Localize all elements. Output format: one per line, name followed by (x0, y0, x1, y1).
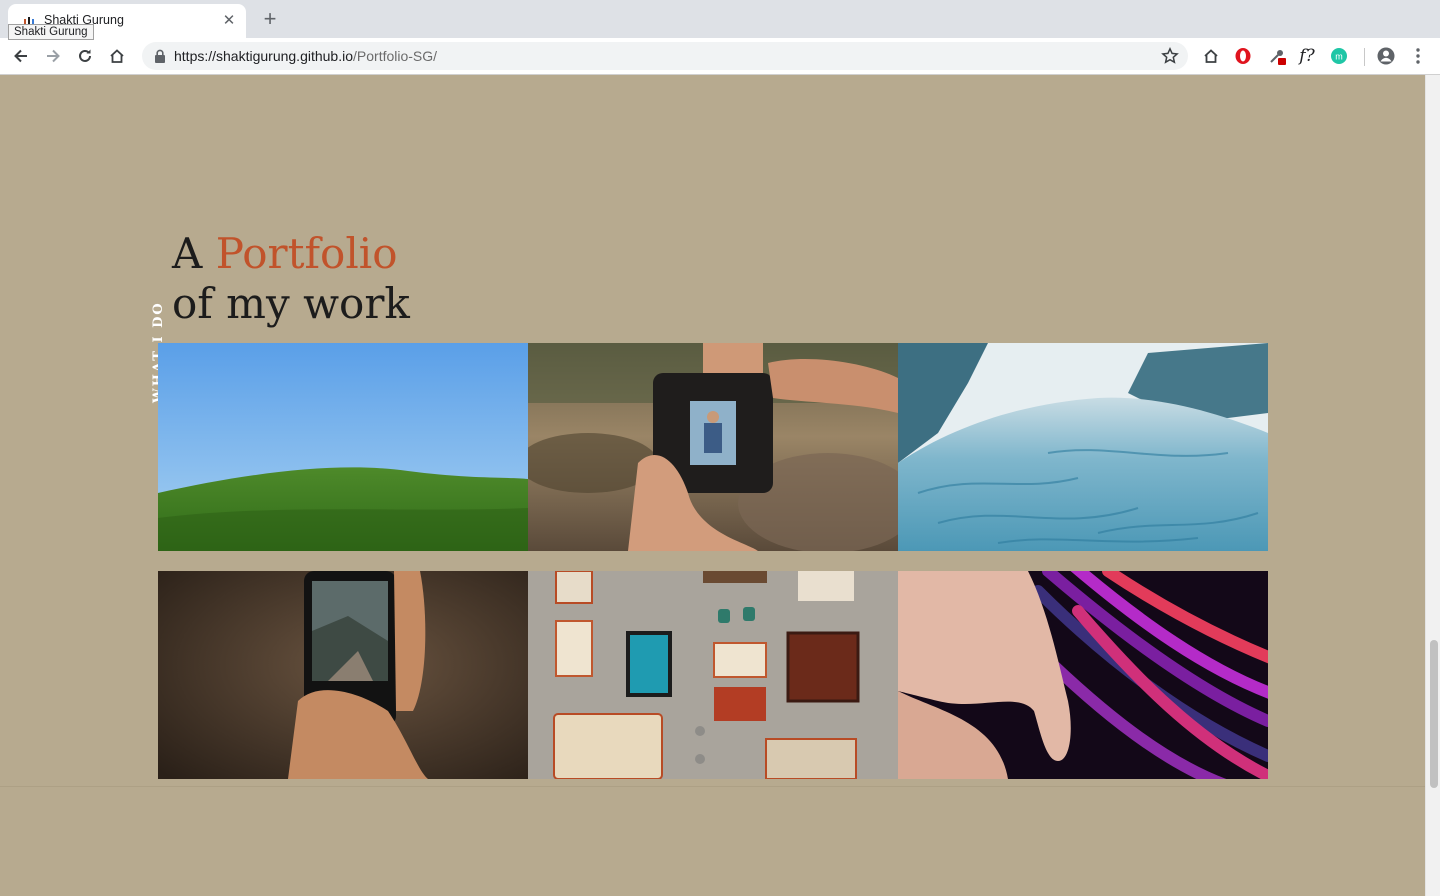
home-extension-icon[interactable] (1199, 44, 1223, 68)
hand-light-trails-photo[interactable] (898, 571, 1268, 779)
home-icon[interactable] (104, 43, 130, 69)
heading-line2: of my work (172, 279, 410, 328)
page-viewport: WHAT I DO A Portfolio of my work (0, 75, 1425, 896)
vertical-scrollbar[interactable] (1425, 75, 1440, 896)
tab-strip: Shakti Gurung ✕ + Shakti Gurung (0, 0, 1440, 40)
camera-hands-photo[interactable] (528, 343, 898, 551)
profile-icon[interactable] (1374, 44, 1398, 68)
opera-extension-icon[interactable] (1231, 44, 1255, 68)
glacier-photo[interactable] (898, 343, 1268, 551)
back-icon[interactable] (8, 43, 34, 69)
close-tab-icon[interactable]: ✕ (220, 12, 238, 30)
phone-photo[interactable] (158, 571, 528, 779)
section-divider (0, 786, 1425, 787)
heading-accent: Portfolio (215, 229, 398, 278)
reload-icon[interactable] (72, 43, 98, 69)
toolbar-separator (1364, 48, 1365, 66)
eyedropper-extension-icon[interactable] (1265, 44, 1289, 68)
green-hill-photo[interactable] (158, 343, 528, 551)
svg-text:m: m (1335, 52, 1343, 62)
browser-toolbar: https://shaktigurung.github.io/Portfolio… (0, 38, 1440, 75)
coffee-wall-photo[interactable] (528, 571, 898, 779)
portfolio-heading: A Portfolio of my work (172, 229, 410, 329)
side-label: WHAT I DO (150, 301, 170, 403)
url-text: https://shaktigurung.github.io/Portfolio… (174, 48, 437, 64)
more-menu-icon[interactable] (1406, 44, 1430, 68)
bookmark-star-icon[interactable] (1160, 46, 1180, 66)
new-tab-icon[interactable]: + (258, 8, 282, 32)
url-host: https://shaktigurung.github.io (174, 48, 354, 64)
m-extension-icon[interactable]: m (1327, 44, 1351, 68)
font-extension-icon[interactable]: f? (1295, 44, 1319, 68)
forward-icon[interactable] (40, 43, 66, 69)
address-bar[interactable]: https://shaktigurung.github.io/Portfolio… (142, 42, 1188, 70)
url-path: /Portfolio-SG/ (353, 48, 438, 64)
heading-prefix: A (172, 229, 203, 278)
scrollbar-thumb[interactable] (1430, 640, 1438, 788)
tab-tooltip: Shakti Gurung (8, 24, 94, 40)
lock-icon (155, 49, 165, 63)
